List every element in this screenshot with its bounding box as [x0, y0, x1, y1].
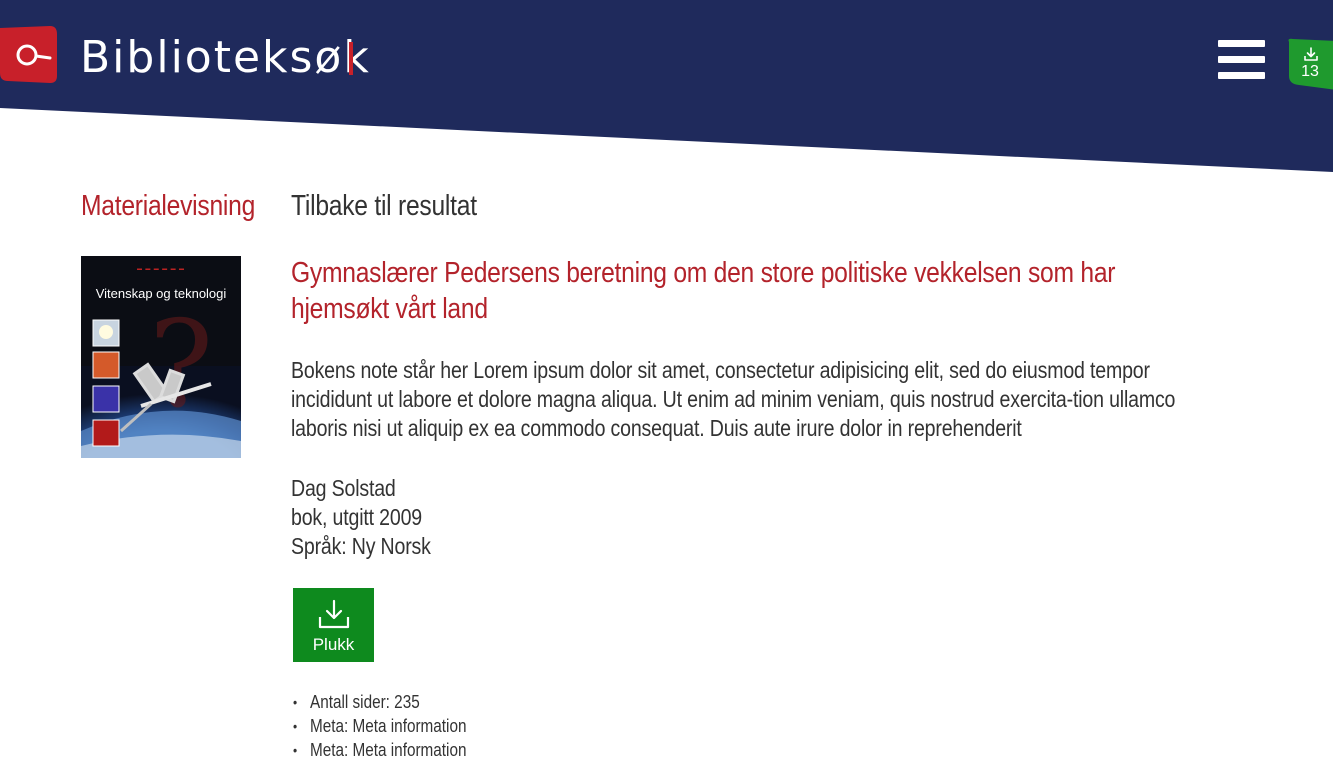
meta-list: • Antall sider: 235 • Meta: Meta informa…	[293, 690, 466, 762]
meta-text: Meta: Meta information	[310, 740, 467, 760]
download-count: 13	[1301, 63, 1319, 80]
pick-button[interactable]: Plukk	[293, 588, 374, 662]
meta-text: Antall sider: 235	[310, 692, 420, 712]
download-badge[interactable]: 13	[1287, 38, 1333, 90]
download-icon	[1304, 47, 1318, 61]
book-cover-image[interactable]: Vitenskap og teknologi ▬ ▬ ▬ ▬ ▬ ▬ ?	[81, 256, 241, 458]
svg-text:?: ?	[149, 296, 213, 435]
download-icon	[318, 599, 350, 629]
bullet-icon: •	[293, 742, 298, 758]
menu-button[interactable]	[1218, 40, 1265, 80]
section-title: Materialevisning	[81, 190, 256, 222]
book-author[interactable]: Dag Solstad	[291, 474, 431, 503]
hamburger-menu-icon	[1218, 40, 1265, 47]
app-title[interactable]: Biblioteksøk	[80, 30, 371, 86]
header-background	[0, 0, 1333, 172]
list-item: • Antall sider: 235	[293, 690, 466, 714]
header: Biblioteksøk 13	[0, 0, 1333, 175]
hamburger-menu-icon	[1218, 72, 1265, 79]
pick-button-label: Plukk	[312, 635, 355, 654]
book-title: Gymnaslærer Pedersens beretning om den s…	[291, 257, 1116, 325]
bullet-icon: •	[293, 694, 298, 710]
svg-text:▬ ▬ ▬ ▬ ▬ ▬: ▬ ▬ ▬ ▬ ▬ ▬	[137, 266, 185, 272]
book-format: bok, utgitt 2009	[291, 504, 422, 530]
meta-text: Meta: Meta information	[310, 716, 467, 736]
hamburger-menu-icon	[1218, 56, 1265, 63]
book-info: Dag Solstad bok, utgitt 2009 Språk: Ny N…	[291, 474, 431, 561]
book-note: Bokens note står her Lorem ipsum dolor s…	[291, 357, 1176, 441]
list-item: • Meta: Meta information	[293, 714, 466, 738]
logo-search-icon[interactable]	[0, 26, 58, 84]
list-item: • Meta: Meta information	[293, 738, 466, 762]
bullet-icon: •	[293, 718, 298, 734]
back-to-results-link[interactable]: Tilbake til resultat	[291, 190, 477, 223]
logo-cursor	[349, 42, 353, 75]
book-language: Språk: Ny Norsk	[291, 533, 431, 559]
